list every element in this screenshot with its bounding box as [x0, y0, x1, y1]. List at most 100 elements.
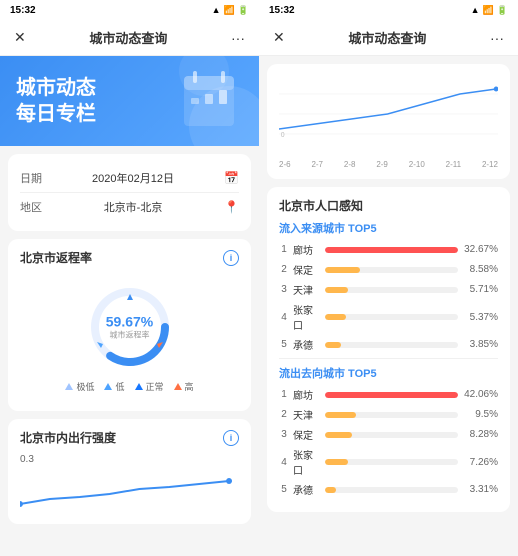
mobility-card: 北京市内出行强度 i 0.3 — [8, 419, 251, 524]
hero-text: 城市动态 每日专栏 — [16, 75, 96, 127]
status-icons-left: ▲ 📶 🔋 — [212, 5, 249, 16]
region-value: 北京市-北京 — [104, 199, 163, 215]
return-rate-info-icon[interactable]: i — [223, 250, 239, 266]
status-bar-left: 15:32 ▲ 📶 🔋 — [0, 0, 259, 20]
bar-name-1: 保定 — [293, 262, 321, 277]
line-chart-card: 0 2-6 2-7 2-8 2-9 2-10 2-11 2-12 — [267, 64, 510, 179]
calendar-icon[interactable]: 📅 — [224, 171, 239, 185]
x-label-3: 2-9 — [376, 160, 388, 169]
date-value: 2020年02月12日 — [92, 170, 174, 186]
more-icon-right[interactable]: ··· — [490, 30, 504, 46]
inflow-bars: 1 廊坊 32.67% 2 保定 8.58% 3 天津 5.71% 4 张家口 — [279, 242, 498, 352]
bar-pct-1: 9.5% — [462, 409, 498, 420]
bar-row: 4 张家口 5.37% — [279, 302, 498, 332]
bar-row: 3 保定 8.28% — [279, 427, 498, 442]
bar-fill-4 — [325, 342, 341, 348]
mobility-info-icon[interactable]: i — [223, 430, 239, 446]
date-row: 日期 2020年02月12日 📅 — [20, 164, 239, 193]
bar-pct-4: 3.31% — [462, 484, 498, 495]
legend-label-0: 极低 — [76, 380, 94, 393]
bar-rank-3: 4 — [279, 457, 289, 468]
bar-pct-3: 5.37% — [462, 312, 498, 323]
bar-track-0 — [325, 247, 458, 253]
bar-track-2 — [325, 287, 458, 293]
legend-arrow-0 — [65, 383, 73, 390]
bar-rank-1: 2 — [279, 264, 289, 275]
x-label-5: 2-11 — [446, 160, 461, 169]
time-left: 15:32 — [10, 5, 36, 16]
right-scroll: 0 2-6 2-7 2-8 2-9 2-10 2-11 2-12 北京市人口感知… — [259, 56, 518, 556]
outflow-title: 流出去向城市 TOP5 — [279, 365, 498, 381]
bar-fill-0 — [325, 247, 458, 253]
hero-decoration-svg — [179, 66, 239, 136]
region-label: 地区 — [20, 199, 42, 215]
time-right: 15:32 — [269, 5, 295, 16]
legend-arrow-3 — [174, 383, 182, 390]
bar-rank-0: 1 — [279, 244, 289, 255]
svg-text:0: 0 — [281, 132, 285, 139]
bar-row: 2 天津 9.5% — [279, 407, 498, 422]
date-label: 日期 — [20, 170, 42, 186]
hero-banner: 城市动态 每日专栏 — [0, 56, 259, 146]
close-icon-left[interactable]: ✕ — [14, 29, 26, 46]
left-scroll: 日期 2020年02月12日 📅 地区 北京市-北京 📍 北京市返程率 i — [0, 146, 259, 556]
hero-line2: 每日专栏 — [16, 101, 96, 127]
bar-pct-0: 32.67% — [462, 244, 498, 255]
region-row: 地区 北京市-北京 📍 — [20, 193, 239, 221]
bar-rank-4: 5 — [279, 484, 289, 495]
bar-fill-0 — [325, 392, 458, 398]
return-rate-card: 北京市返程率 i 59.67% — [8, 239, 251, 411]
return-rate-title-row: 北京市返程率 i — [20, 249, 239, 266]
bar-name-0: 廊坊 — [293, 387, 321, 402]
mobility-title-row: 北京市内出行强度 i — [20, 429, 239, 446]
legend-item-2: 正常 — [135, 380, 164, 393]
donut-center: 59.67% 城市返程率 — [106, 314, 153, 341]
divider — [279, 358, 498, 359]
bar-fill-3 — [325, 314, 346, 320]
bar-name-2: 保定 — [293, 427, 321, 442]
pop-title: 北京市人口感知 — [279, 197, 498, 214]
nav-title-left: 城市动态查询 — [89, 28, 167, 47]
bar-pct-2: 8.28% — [462, 429, 498, 440]
legend-label-1: 低 — [115, 380, 124, 393]
location-icon[interactable]: 📍 — [224, 200, 239, 214]
bar-pct-3: 7.26% — [462, 457, 498, 468]
bar-track-4 — [325, 487, 458, 493]
bar-name-3: 张家口 — [293, 447, 321, 477]
bar-row: 1 廊坊 32.67% — [279, 242, 498, 257]
bar-name-1: 天津 — [293, 407, 321, 422]
signal-icon-right: 📶 — [483, 5, 494, 16]
bar-name-4: 承德 — [293, 337, 321, 352]
outflow-bars: 1 廊坊 42.06% 2 天津 9.5% 3 保定 8.28% 4 张家口 — [279, 387, 498, 497]
mobility-title: 北京市内出行强度 — [20, 429, 116, 446]
bar-pct-2: 5.71% — [462, 284, 498, 295]
right-panel: 15:32 ▲ 📶 🔋 ✕ 城市动态查询 ··· — [259, 0, 518, 556]
bar-pct-4: 3.85% — [462, 339, 498, 350]
bar-name-2: 天津 — [293, 282, 321, 297]
status-icons-right: ▲ 📶 🔋 — [471, 5, 508, 16]
x-axis: 2-6 2-7 2-8 2-9 2-10 2-11 2-12 — [279, 158, 498, 169]
bar-rank-2: 3 — [279, 284, 289, 295]
bar-fill-4 — [325, 487, 336, 493]
bar-fill-1 — [325, 267, 360, 273]
more-icon-left[interactable]: ··· — [231, 30, 245, 46]
bar-rank-1: 2 — [279, 409, 289, 420]
legend-arrow-2 — [135, 383, 143, 390]
legend-arrow-1 — [104, 383, 112, 390]
x-label-0: 2-6 — [279, 160, 291, 169]
nav-bar-right: ✕ 城市动态查询 ··· — [259, 20, 518, 56]
bar-name-3: 张家口 — [293, 302, 321, 332]
x-label-4: 2-10 — [409, 160, 425, 169]
left-panel: 15:32 ▲ 📶 🔋 ✕ 城市动态查询 ··· 城市动态 每日专栏 — [0, 0, 259, 556]
wifi-icon: ▲ — [212, 5, 221, 15]
close-icon-right[interactable]: ✕ — [273, 29, 285, 46]
bar-track-4 — [325, 342, 458, 348]
donut-wrap: 59.67% 城市返程率 — [85, 282, 175, 372]
bar-name-4: 承德 — [293, 482, 321, 497]
legend-item-3: 高 — [174, 380, 194, 393]
bar-rank-2: 3 — [279, 429, 289, 440]
battery-icon: 🔋 — [238, 5, 249, 16]
wifi-icon-right: ▲ — [471, 5, 480, 15]
line-chart-svg: 0 — [279, 74, 498, 144]
x-label-6: 2-12 — [482, 160, 498, 169]
